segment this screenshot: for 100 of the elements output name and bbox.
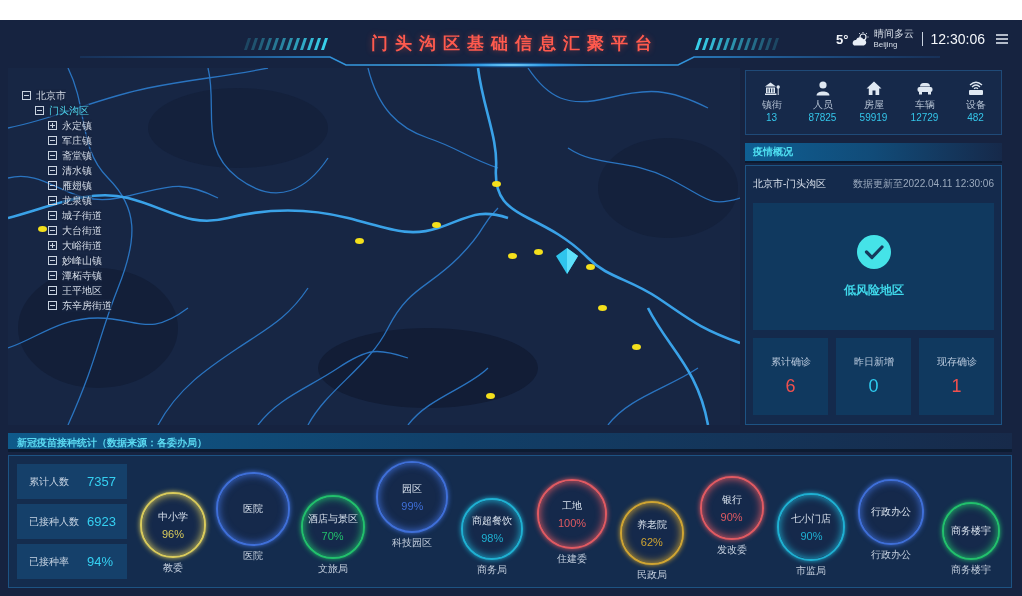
tree-item[interactable]: 永定镇: [62, 119, 92, 132]
menu-button[interactable]: [996, 34, 1008, 44]
map-marker-icon[interactable]: [355, 238, 364, 244]
clock-time: 12:30:06: [930, 31, 985, 47]
category-bubble[interactable]: 银行 90%: [699, 476, 764, 540]
category-name: 银行: [721, 493, 742, 506]
count-label: 昨日新增: [853, 355, 894, 368]
map-marker-icon[interactable]: [508, 253, 517, 259]
tree-item[interactable]: 潭柘寺镇: [62, 269, 102, 282]
total-value: 6923: [87, 514, 116, 529]
minus-box-icon[interactable]: [48, 196, 57, 205]
category-bubble[interactable]: 商超餐饮 98%: [461, 498, 524, 560]
tree-item[interactable]: 清水镇: [62, 164, 92, 177]
category-bubble[interactable]: 中小学 96%: [139, 492, 206, 558]
category-bubble[interactable]: 园区 99%: [376, 461, 449, 533]
minus-box-icon[interactable]: [22, 91, 31, 100]
minus-box-icon[interactable]: [48, 166, 57, 175]
department-label: 市监局: [796, 565, 827, 577]
check-circle-icon: [856, 235, 891, 269]
department-label: 教委: [162, 562, 183, 574]
house-icon: [865, 80, 882, 96]
vaccination-rate: 96%: [161, 527, 184, 540]
map-marker-icon[interactable]: [38, 226, 47, 232]
tree-item[interactable]: 雁翅镇: [62, 179, 92, 192]
stat-value: 12729: [910, 111, 939, 124]
minus-box-icon[interactable]: [48, 151, 57, 160]
plus-box-icon[interactable]: [48, 241, 57, 250]
temperature: 5°: [836, 31, 849, 47]
minus-box-icon[interactable]: [48, 136, 57, 145]
total-label: 已接种人数: [29, 514, 80, 529]
category-bubble[interactable]: 行政办公: [858, 479, 925, 545]
map-marker-icon[interactable]: [586, 264, 595, 270]
count-value: 1: [951, 375, 962, 397]
count-value: 0: [868, 375, 879, 397]
stat-label: 人员: [812, 99, 833, 111]
stat-label: 房屋: [863, 99, 884, 111]
section-title: 新冠疫苗接种统计（数据来源：各委办局）: [8, 433, 1012, 452]
category-name: 商超餐饮: [472, 514, 513, 527]
count-label: 现存确诊: [936, 355, 977, 368]
minus-box-icon[interactable]: [35, 106, 44, 115]
department-label: 商务楼宇: [951, 564, 992, 576]
category-bubble[interactable]: 七小门店 90%: [777, 493, 846, 561]
update-time: 数据更新至2022.04.11 12:30:06: [853, 177, 994, 191]
category-bubble[interactable]: 酒店与景区 70%: [300, 495, 365, 559]
stat-label: 镇街: [761, 99, 782, 111]
map-marker-icon[interactable]: [492, 181, 501, 187]
category-bubble[interactable]: 养老院 62%: [619, 501, 684, 565]
tree-item[interactable]: 城子街道: [62, 209, 102, 222]
vaccination-rate: 99%: [401, 499, 424, 512]
count-label: 累计确诊: [770, 355, 811, 368]
category-bubble[interactable]: 医院: [215, 472, 290, 546]
minus-box-icon[interactable]: [48, 256, 57, 265]
tree-item[interactable]: 大峪街道: [62, 239, 102, 252]
category-name: 酒店与景区: [307, 512, 358, 525]
tree-item[interactable]: 军庄镇: [62, 134, 92, 147]
map-marker-icon[interactable]: [598, 305, 607, 311]
map-marker-icon[interactable]: [432, 222, 441, 228]
minus-box-icon[interactable]: [48, 226, 57, 235]
department-label: 科技园区: [392, 537, 433, 549]
location-pin-icon[interactable]: [556, 248, 578, 274]
map-marker-icon[interactable]: [534, 249, 543, 255]
map-marker-icon[interactable]: [632, 344, 641, 350]
car-icon: [916, 80, 933, 96]
tree-item[interactable]: 王平地区: [62, 284, 102, 297]
tree-item[interactable]: 龙泉镇: [62, 194, 92, 207]
category-name: 园区: [402, 482, 423, 495]
department-label: 文旅局: [317, 563, 348, 575]
plus-box-icon[interactable]: [48, 121, 57, 130]
category-bubble[interactable]: 商务楼宇: [942, 502, 1001, 560]
slash-stripes-icon: [243, 38, 328, 50]
category-name: 商务楼宇: [951, 525, 992, 537]
tree-item[interactable]: 妙峰山镇: [62, 254, 102, 267]
region-name: 北京市-门头沟区: [753, 177, 827, 191]
router-icon: [967, 80, 984, 96]
vaccination-rate: 98%: [481, 531, 504, 544]
category-name: 养老院: [636, 518, 667, 531]
stat-label: 设备: [965, 99, 986, 111]
tree-item[interactable]: 门头沟区: [49, 104, 89, 117]
minus-box-icon[interactable]: [48, 211, 57, 220]
total-label: 累计人数: [29, 474, 70, 489]
minus-box-icon[interactable]: [48, 271, 57, 280]
vaccination-rate: 70%: [321, 529, 344, 542]
minus-box-icon[interactable]: [48, 181, 57, 190]
tree-item[interactable]: 北京市: [36, 89, 66, 102]
tree-item[interactable]: 大台街道: [62, 224, 102, 237]
department-label: 商务局: [477, 564, 508, 576]
vaccination-rate: 90%: [800, 529, 823, 542]
tree-item[interactable]: 东辛房街道: [62, 299, 112, 312]
minus-box-icon[interactable]: [48, 301, 57, 310]
vaccination-rate: 100%: [557, 516, 587, 529]
tree-item[interactable]: 斋堂镇: [62, 149, 92, 162]
category-name: 七小门店: [791, 512, 832, 525]
risk-level: 低风险地区: [843, 282, 904, 299]
stat-value: 87825: [808, 111, 837, 124]
map-marker-icon[interactable]: [486, 393, 495, 399]
category-bubble[interactable]: 工地 100%: [537, 479, 607, 549]
city-name: Beijing: [873, 39, 899, 50]
category-name: 医院: [242, 503, 263, 515]
menu-icon: [996, 34, 1008, 44]
minus-box-icon[interactable]: [48, 286, 57, 295]
